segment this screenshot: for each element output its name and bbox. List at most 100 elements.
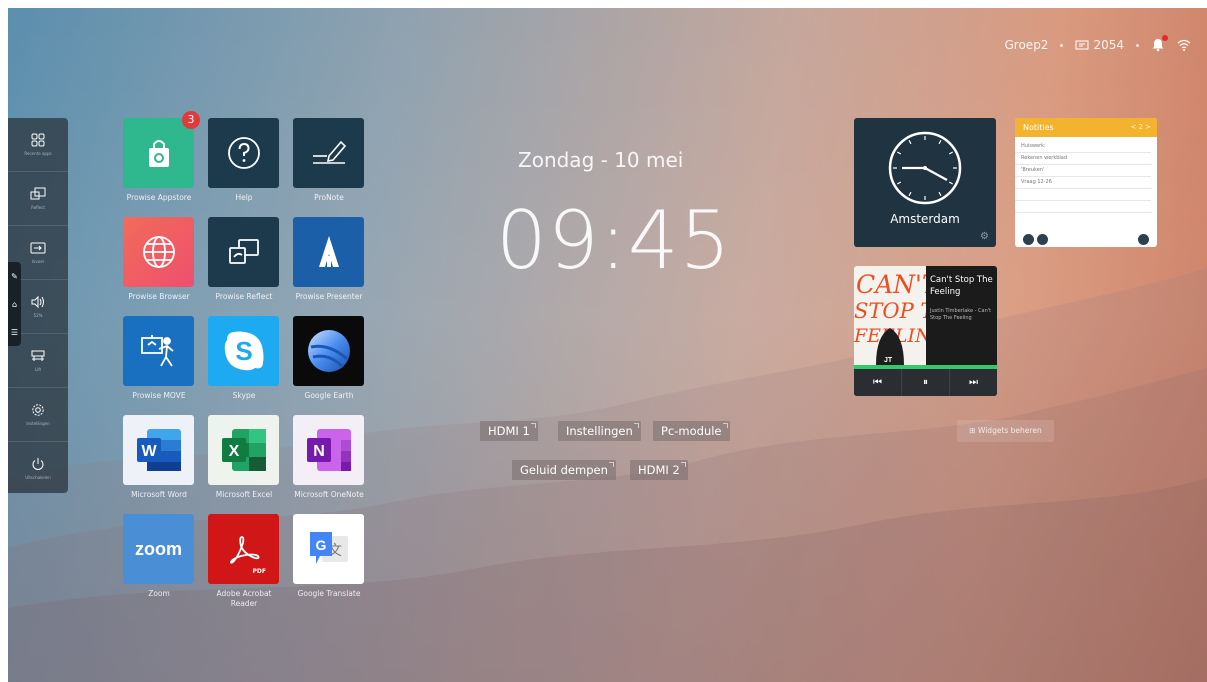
pen-note-icon [312, 140, 346, 164]
wifi-icon[interactable] [1177, 39, 1191, 51]
notes-header: Notities < 2 > [1015, 118, 1157, 137]
shortcut-pc-module[interactable]: Pc-module [653, 421, 730, 441]
question-icon [227, 137, 260, 169]
app-tile[interactable]: 3 [123, 111, 200, 188]
pencil-tower-icon [318, 236, 339, 267]
home-icon[interactable]: ⌂ [12, 300, 17, 309]
settings-icon[interactable]: ⚙ [980, 231, 989, 242]
manage-widgets-button[interactable]: ⊞ Widgets beheren [957, 420, 1054, 442]
app-prowise-move[interactable]: Prowise MOVE [123, 316, 195, 401]
app-pronote[interactable]: ProNote [293, 118, 365, 203]
date-display: Zondag - 10 mei [518, 148, 684, 172]
sidebar-item-label: Reflect [31, 205, 45, 210]
playback-controls: ⏮ ⏸ ⏭ [854, 369, 997, 396]
app-adobe-acrobat-reader[interactable]: PDF Adobe Acrobat Reader [208, 514, 280, 609]
shortcut-settings[interactable]: Instellingen [558, 421, 641, 441]
notes-widget[interactable]: Notities < 2 > Huiswerk: Rekenen werkbla… [1015, 118, 1157, 247]
notes-pager[interactable]: < 2 > [1130, 118, 1151, 137]
app-label: ProNote [314, 193, 344, 202]
app-zoom[interactable]: zoom Zoom [123, 514, 195, 599]
sidebar-item-label: 52% [33, 313, 43, 318]
trash-icon[interactable] [1138, 233, 1149, 245]
app-prowise-presenter[interactable]: Prowise Presenter [293, 217, 365, 302]
earth-globe-icon [307, 330, 350, 372]
note-line[interactable]: Huiswerk: [1015, 141, 1151, 153]
app-microsoft-onenote[interactable]: N Microsoft OneNote [293, 415, 365, 500]
app-help[interactable]: Help [208, 118, 280, 203]
note-line[interactable]: Vraag 12-26 [1015, 177, 1151, 189]
reflect-icon [228, 239, 259, 264]
pen-icon[interactable]: ✎ [11, 272, 18, 281]
pdf-label: PDF [252, 568, 266, 575]
app-label: Zoom [148, 589, 170, 598]
app-prowise-appstore[interactable]: 3 Prowise Appstore [123, 111, 200, 203]
notification-button[interactable] [1151, 35, 1168, 52]
previous-button[interactable]: ⏮ [854, 369, 902, 396]
app-microsoft-word[interactable]: W Microsoft Word [123, 415, 195, 500]
sidebar-item-reflect[interactable]: Reflect [8, 172, 68, 226]
skip-forward-icon: ⏭ [969, 377, 978, 388]
album-art: CAN'T STOP TH FEELING JT [854, 266, 953, 365]
app-label: Prowise MOVE [132, 391, 186, 400]
shortcut-hdmi-2[interactable]: HDMI 2 [630, 460, 688, 480]
marker-button[interactable] [1023, 233, 1034, 245]
room-indicator[interactable]: 2054 [1075, 38, 1124, 52]
app-tile[interactable]: 文G [293, 514, 364, 584]
album-initials: JT [884, 357, 893, 364]
app-google-earth[interactable]: Google Earth [293, 316, 365, 401]
svg-text:W: W [141, 443, 157, 460]
track-info: Can't Stop The Feeling Justin Timberlake… [930, 274, 994, 322]
next-button[interactable]: ⏭ [950, 369, 997, 396]
grid-icon: ⊞ [969, 426, 976, 435]
acrobat-icon [229, 536, 259, 564]
note-line[interactable]: Rekenen werkblad [1015, 153, 1151, 165]
app-tile[interactable] [123, 316, 194, 386]
world-clock-widget[interactable]: Amsterdam ⚙ [854, 118, 996, 247]
album-cover-text: CAN'T [856, 270, 926, 299]
app-tile[interactable]: W [123, 415, 194, 485]
app-label: Prowise Browser [128, 292, 190, 301]
sidebar-item-label: Lift [34, 367, 42, 372]
app-tile[interactable] [208, 217, 279, 287]
note-line[interactable]: 'Breuken' [1015, 165, 1151, 177]
app-tile[interactable] [123, 217, 194, 287]
move-person-icon [140, 335, 174, 367]
sidebar-item-power[interactable]: Uitschakelen [8, 442, 68, 495]
app-tile[interactable]: X [208, 415, 279, 485]
app-tile[interactable]: S [208, 316, 279, 386]
app-skype[interactable]: S Skype [208, 316, 280, 401]
note-line[interactable] [1015, 189, 1151, 201]
app-tile[interactable]: zoom [123, 514, 194, 584]
volume-icon [31, 295, 44, 309]
group-name[interactable]: Groep2 [1005, 38, 1049, 52]
desktop: Groep2 2054 Recente apps Reflect Invoer … [8, 8, 1207, 682]
pause-button[interactable]: ⏸ [902, 369, 950, 396]
status-bar: Groep2 2054 [1005, 35, 1192, 52]
app-tile[interactable] [293, 316, 364, 386]
app-prowise-reflect[interactable]: Prowise Reflect [208, 217, 280, 302]
sidebar-item-recent-apps[interactable]: Recente apps [8, 118, 68, 172]
manage-widgets-label: Widgets beheren [977, 426, 1042, 435]
svg-text:STOP TH: STOP TH [854, 299, 926, 323]
note-line[interactable] [1015, 201, 1151, 213]
clock-city: Amsterdam [890, 212, 960, 226]
sidebar-toggle-tab[interactable]: ✎ ⌂ ☰ [8, 262, 21, 346]
app-tile[interactable] [293, 118, 364, 188]
shortcut-hdmi-1[interactable]: HDMI 1 [480, 421, 538, 441]
shortcut-mute[interactable]: Geluid dempen [512, 460, 616, 480]
app-google-translate[interactable]: 文G Google Translate [293, 514, 365, 599]
app-prowise-browser[interactable]: Prowise Browser [123, 217, 195, 302]
music-widget[interactable]: CAN'T STOP TH FEELING JT Can't Stop The … [854, 266, 997, 396]
app-tile[interactable]: PDF [208, 514, 279, 584]
pencil-button[interactable] [1037, 233, 1048, 245]
app-microsoft-excel[interactable]: X Microsoft Excel [208, 415, 280, 500]
app-tile[interactable] [208, 118, 279, 188]
app-label: Prowise Appstore [126, 193, 192, 202]
separator-dot [1060, 43, 1064, 47]
app-tile[interactable] [293, 217, 364, 287]
sidebar-item-label: Invoer [31, 259, 45, 264]
settings-icon [32, 404, 44, 416]
app-tile[interactable]: N [293, 415, 364, 485]
sidebar-item-settings[interactable]: Instellingen [8, 388, 68, 442]
menu-icon[interactable]: ☰ [11, 328, 18, 337]
